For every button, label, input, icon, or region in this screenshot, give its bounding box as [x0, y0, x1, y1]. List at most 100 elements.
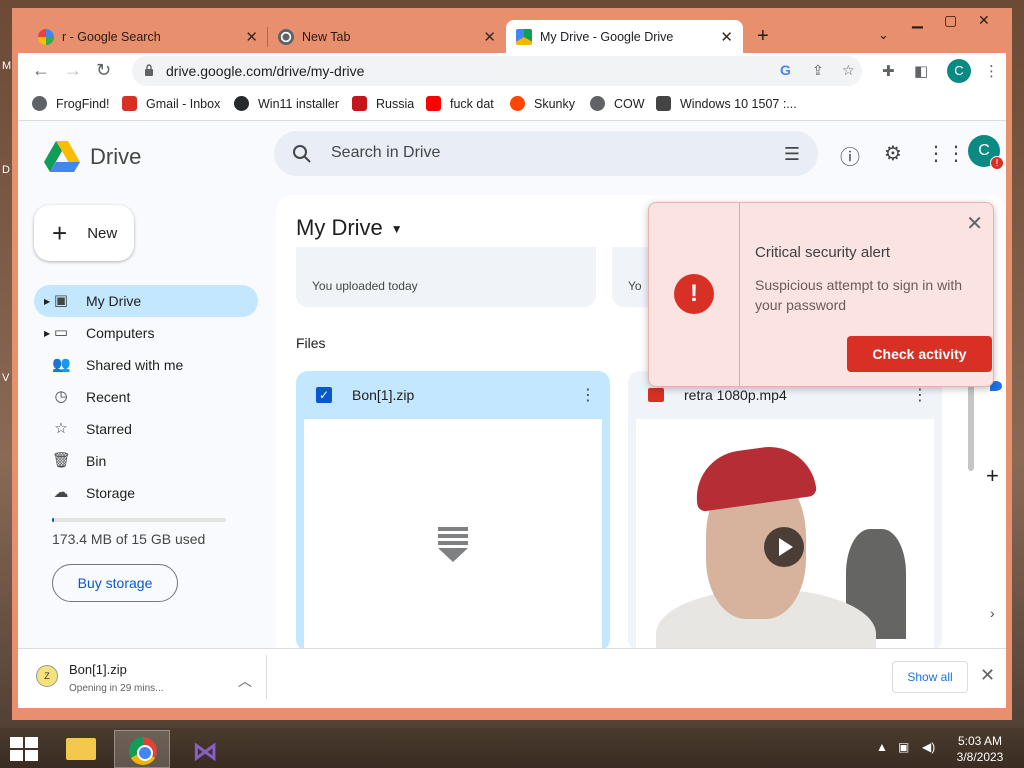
show-all-button[interactable]: Show all	[892, 661, 968, 693]
tab-search-chevron-icon[interactable]: ⌄	[878, 27, 889, 43]
star-icon: ☆	[54, 420, 68, 437]
google-g-icon	[38, 28, 54, 45]
bookmark-label: Win11 installer	[258, 96, 340, 111]
reload-icon[interactable]: ↻	[96, 60, 111, 81]
my-drive-icon: ▣	[53, 292, 69, 309]
bookmark-item[interactable]: fuck dat	[426, 96, 494, 111]
google-lens-icon[interactable]: G	[780, 62, 791, 78]
sidebar-item-label: Recent	[86, 389, 131, 405]
visual-studio-icon: ⋈	[192, 736, 218, 766]
extensions-puzzle-icon[interactable]: ✚	[882, 62, 895, 80]
bookmark-item[interactable]: Win11 installer	[234, 96, 339, 111]
tab-new-tab[interactable]: New Tab ✕	[268, 20, 506, 53]
checkbox-checked-icon[interactable]: ✓	[316, 387, 332, 403]
download-item[interactable]: Z Bon[1].zip Opening in 29 mins... ︿	[30, 659, 254, 703]
download-status: Opening in 29 mins...	[69, 683, 164, 694]
bookmark-item[interactable]: Russia	[352, 96, 414, 111]
suggested-card[interactable]: You uploaded today	[296, 247, 596, 307]
sidebar-item-my-drive[interactable]: ▶ ▣ My Drive	[34, 285, 258, 317]
more-actions-icon[interactable]: ⋮	[912, 385, 928, 405]
sidebar-item-recent[interactable]: ◷ Recent	[34, 381, 258, 413]
bookmark-item[interactable]: Windows 10 1507 :...	[656, 96, 797, 111]
system-clock[interactable]: 5:03 AM 3/8/2023	[950, 733, 1010, 765]
close-icon[interactable]: ✕	[245, 28, 258, 46]
downloads-bar: Z Bon[1].zip Opening in 29 mins... ︿ Sho…	[18, 648, 1006, 708]
bookmark-item[interactable]: Skunky	[510, 96, 575, 111]
show-hidden-icons-chevron-icon[interactable]: ▲	[876, 740, 888, 754]
bookmark-label: Windows 10 1507 :...	[680, 96, 797, 111]
more-actions-icon[interactable]: ⋮	[580, 385, 596, 405]
bookmark-star-icon[interactable]: ☆	[842, 62, 855, 79]
file-card-video[interactable]: retra 1080p.mp4 ⋮	[628, 371, 942, 648]
maximize-icon[interactable]: ▢	[944, 12, 957, 29]
tab-google-search[interactable]: r - Google Search ✕	[28, 20, 268, 53]
chevron-up-icon[interactable]: ︿	[238, 671, 252, 691]
bookmark-item[interactable]: COW	[590, 96, 645, 111]
share-icon[interactable]: ⇪	[812, 62, 824, 79]
forward-arrow-icon[interactable]: →	[64, 60, 82, 81]
new-tab-button[interactable]: +	[757, 25, 769, 48]
bookmark-label: COW	[614, 96, 645, 111]
new-button[interactable]: + New	[34, 205, 134, 261]
sidebar-item-computers[interactable]: ▶ ▭ Computers	[34, 317, 258, 349]
minimize-icon[interactable]: ▁	[912, 12, 923, 29]
network-icon[interactable]: ▣	[898, 740, 909, 754]
taskbar-file-explorer[interactable]	[52, 730, 108, 768]
address-bar[interactable]: drive.google.com/drive/my-drive G ⇪ ☆	[132, 56, 862, 86]
back-arrow-icon[interactable]: ←	[32, 60, 50, 81]
close-icon[interactable]: ✕	[980, 665, 995, 686]
side-panel-icon[interactable]: ◧	[914, 62, 928, 80]
close-window-icon[interactable]: ✕	[978, 12, 990, 29]
tab-label: r - Google Search	[62, 29, 161, 44]
check-activity-button[interactable]: Check activity	[847, 336, 992, 372]
gear-icon[interactable]: ⚙	[884, 141, 902, 166]
clock-date: 3/8/2023	[956, 750, 1004, 764]
alert-title: Critical security alert	[755, 244, 891, 261]
bookmark-item[interactable]: FrogFind!	[32, 96, 110, 111]
youtube-icon	[426, 96, 441, 111]
search-options-icon[interactable]: ☰	[784, 144, 800, 165]
sidebar-item-shared-with-me[interactable]: 👥 Shared with me	[34, 349, 258, 381]
globe-icon	[32, 96, 47, 111]
desktop-icon-label-fragment: D	[2, 164, 10, 176]
file-thumbnail	[304, 419, 602, 648]
volume-icon[interactable]: ◀)	[922, 740, 935, 754]
help-icon[interactable]: ⓘ	[840, 141, 860, 170]
taskbar-chrome[interactable]	[114, 730, 170, 768]
search-bar[interactable]: Search in Drive ☰	[274, 131, 818, 176]
sidebar-item-label: Shared with me	[86, 357, 184, 373]
sidebar-item-label: Starred	[86, 421, 132, 437]
chevron-right-icon[interactable]: ›	[990, 605, 995, 621]
brand-name: Drive	[90, 144, 142, 169]
bookmark-item[interactable]: Gmail - Inbox	[122, 96, 220, 111]
bookmark-label: fuck dat	[450, 96, 494, 111]
buy-storage-button[interactable]: Buy storage	[52, 564, 178, 602]
expand-caret-icon[interactable]: ▶	[44, 329, 50, 338]
close-icon[interactable]: ✕	[966, 211, 983, 236]
windows-start-icon[interactable]	[10, 737, 38, 761]
sidebar-item-starred[interactable]: ☆ Starred	[34, 413, 258, 445]
close-icon[interactable]: ✕	[483, 28, 496, 46]
sidebar-item-storage[interactable]: ☁ Storage	[34, 477, 258, 509]
taskbar-visual-studio[interactable]: ⋈	[176, 730, 232, 768]
tab-my-drive[interactable]: My Drive - Google Drive ✕	[506, 20, 743, 53]
drive-logo[interactable]: Drive	[44, 141, 141, 173]
tab-strip: r - Google Search ✕ New Tab ✕ My Drive -…	[12, 8, 1012, 53]
browser-menu-kebab-icon[interactable]: ⋮	[984, 62, 999, 80]
profile-avatar[interactable]: C	[947, 59, 971, 83]
play-icon[interactable]	[764, 527, 804, 567]
account-avatar[interactable]: C !	[968, 135, 1004, 170]
bookmarks-bar: FrogFind! Gmail - Inbox Win11 installer …	[18, 89, 1006, 121]
page-title[interactable]: My Drive ▼	[296, 215, 403, 241]
file-card-zip[interactable]: ✓ Bon[1].zip ⋮	[296, 371, 610, 648]
sidebar-item-bin[interactable]: 🗑 Bin	[34, 445, 258, 477]
drive-icon	[44, 141, 80, 172]
chrome-icon	[129, 737, 157, 765]
apps-grid-icon[interactable]: ⋮⋮	[926, 141, 966, 166]
storage-progress-fill	[52, 518, 55, 522]
page-title-text: My Drive	[296, 215, 383, 240]
close-icon[interactable]: ✕	[720, 28, 733, 46]
add-addon-plus-icon[interactable]: +	[986, 463, 999, 489]
search-input[interactable]: Search in Drive	[331, 144, 440, 162]
expand-caret-icon[interactable]: ▶	[44, 297, 50, 306]
